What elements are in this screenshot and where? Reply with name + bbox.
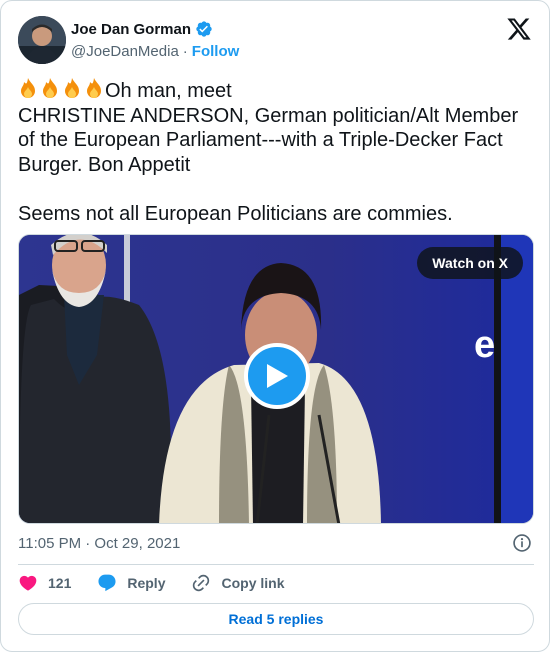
copy-link-button[interactable]: Copy link	[191, 573, 285, 593]
like-count: 121	[48, 575, 72, 591]
fire-icon	[43, 78, 57, 98]
copy-link-label: Copy link	[221, 575, 285, 591]
x-logo-icon[interactable]	[506, 16, 532, 42]
info-icon[interactable]	[512, 533, 532, 553]
reply-button[interactable]: Reply	[97, 573, 165, 593]
tweet-line-3: Seems not all European Politicians are c…	[18, 202, 453, 225]
reply-label: Reply	[127, 575, 166, 591]
fire-icon	[65, 78, 79, 98]
watch-on-x-button[interactable]: Watch on X	[417, 247, 523, 279]
follow-button[interactable]: Follow	[192, 43, 240, 60]
fire-emoji-group	[18, 77, 104, 99]
backdrop-logo: e	[474, 324, 495, 366]
tweet-line-2: CHRISTINE ANDERSON, German politician/Al…	[18, 104, 519, 176]
tweet-embed-card: Joe Dan Gorman @JoeDanMedia · Follow Oh …	[0, 0, 550, 652]
play-icon	[267, 364, 288, 388]
like-button[interactable]: 121	[18, 573, 71, 593]
action-bar: 121 Reply Copy link	[18, 571, 311, 595]
tweet-timestamp[interactable]: 11:05 PM · Oct 29, 2021	[18, 535, 180, 552]
author-display-name[interactable]: Joe Dan Gorman	[71, 21, 191, 38]
read-replies-button[interactable]: Read 5 replies	[18, 603, 534, 635]
author-name-row: Joe Dan Gorman	[71, 20, 213, 38]
fire-icon	[21, 78, 35, 98]
video-thumbnail[interactable]: e Watch on X	[18, 234, 534, 524]
separator-dot: ·	[182, 43, 188, 60]
tweet-line-1: Oh man, meet	[105, 80, 232, 102]
author-handle-row: @JoeDanMedia · Follow	[71, 43, 239, 60]
link-icon	[193, 574, 210, 592]
heart-icon	[19, 575, 37, 591]
author-handle[interactable]: @JoeDanMedia	[71, 43, 179, 60]
fire-icon	[87, 78, 101, 98]
reply-bubble-icon	[98, 574, 116, 592]
avatar[interactable]	[18, 16, 66, 64]
divider	[18, 564, 534, 565]
verified-badge-icon	[196, 21, 212, 37]
play-button[interactable]	[244, 343, 310, 409]
tweet-text: Oh man, meet CHRISTINE ANDERSON, German …	[18, 77, 534, 226]
